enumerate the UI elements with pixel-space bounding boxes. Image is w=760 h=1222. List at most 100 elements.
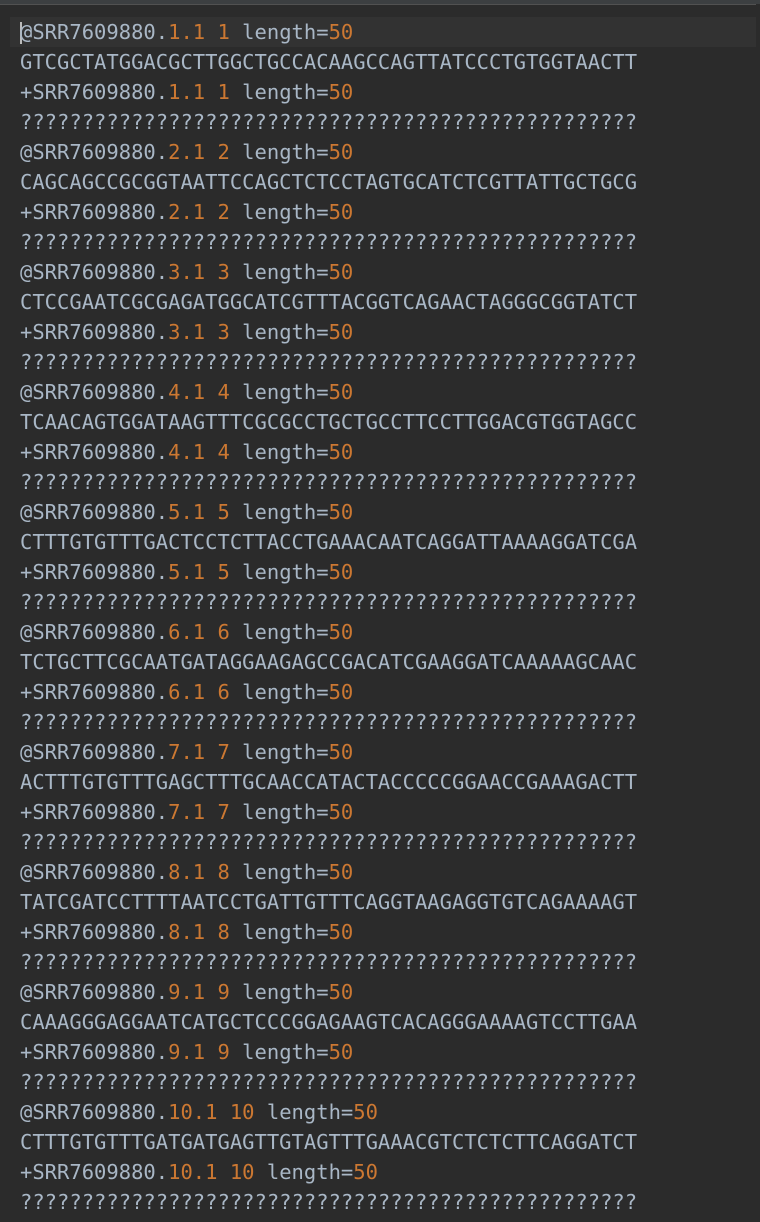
record-marker: @ bbox=[20, 1100, 33, 1124]
vertical-scrollbar[interactable] bbox=[756, 4, 760, 1222]
length-key: length= bbox=[242, 620, 329, 644]
record-count: 8 bbox=[217, 860, 230, 884]
read-id-prefix: SRR7609880 bbox=[32, 500, 156, 524]
fastq-header-line[interactable]: @SRR7609880.9.1 9 length=50 bbox=[0, 977, 760, 1007]
length-value: 50 bbox=[328, 320, 354, 344]
separator: . bbox=[155, 500, 169, 524]
fastq-plus-line[interactable]: +SRR7609880.8.1 8 length=50 bbox=[0, 917, 760, 947]
fastq-quality-line[interactable]: ????????????????????????????????????????… bbox=[0, 107, 760, 137]
record-count: 8 bbox=[217, 920, 230, 944]
spot-number: 8 bbox=[168, 860, 181, 884]
record-marker: @ bbox=[20, 620, 33, 644]
fastq-sequence-line[interactable]: CTTTGTGTTTGATGATGAGTTGTAGTTTGAAACGTCTCTC… bbox=[0, 1127, 760, 1157]
fastq-plus-line[interactable]: +SRR7609880.10.1 10 length=50 bbox=[0, 1157, 760, 1187]
fastq-sequence-line[interactable]: CTCCGAATCGCGAGATGGCATCGTTTACGGTCAGAACTAG… bbox=[0, 287, 760, 317]
spot-number: 3 bbox=[168, 260, 181, 284]
separator: . bbox=[155, 800, 169, 824]
fastq-header-line[interactable]: @SRR7609880.3.1 3 length=50 bbox=[0, 257, 760, 287]
fastq-header-line[interactable]: @SRR7609880.8.1 8 length=50 bbox=[0, 857, 760, 887]
length-value: 50 bbox=[328, 800, 354, 824]
fastq-quality-line[interactable]: ????????????????????????????????????????… bbox=[0, 587, 760, 617]
record-count: 7 bbox=[217, 740, 230, 764]
fastq-quality-line[interactable]: ????????????????????????????????????????… bbox=[0, 707, 760, 737]
record-count: 4 bbox=[217, 440, 230, 464]
fastq-sequence-line[interactable]: ACTTTGTGTTTGAGCTTTGCAACCATACTACCCCCGGAAC… bbox=[0, 767, 760, 797]
fastq-plus-line[interactable]: +SRR7609880.2.1 2 length=50 bbox=[0, 197, 760, 227]
length-key: length= bbox=[242, 320, 329, 344]
record-marker: + bbox=[20, 800, 33, 824]
length-key: length= bbox=[266, 1100, 354, 1124]
length-value: 50 bbox=[328, 80, 354, 104]
editor-lines[interactable]: @SRR7609880.1.1 1 length=50 GTCGCTATGGACG… bbox=[0, 17, 760, 1217]
fastq-header-line[interactable]: @SRR7609880.5.1 5 length=50 bbox=[0, 497, 760, 527]
fastq-quality-line[interactable]: ????????????????????????????????????????… bbox=[0, 227, 760, 257]
fastq-quality-line[interactable]: ????????????????????????????????????????… bbox=[0, 1187, 760, 1217]
fastq-sequence-line[interactable]: CAAAGGGAGGAATCATGCTCCCGGAGAAGTCACAGGGAAA… bbox=[0, 1007, 760, 1037]
text-editor[interactable]: @SRR7609880.1.1 1 length=50 GTCGCTATGGACG… bbox=[0, 0, 760, 1222]
fastq-sequence-line[interactable]: TCTGCTTCGCAATGATAGGAAGAGCCGACATCGAAGGATC… bbox=[0, 647, 760, 677]
fastq-sequence-line[interactable]: CTTTGTGTTTGACTCCTCTTACCTGAAACAATCAGGATTA… bbox=[0, 527, 760, 557]
record-count: 1 bbox=[217, 80, 230, 104]
fastq-quality-line[interactable]: ????????????????????????????????????????… bbox=[0, 347, 760, 377]
read-number: 1 bbox=[192, 1040, 206, 1064]
quality-text: ????????????????????????????????????????… bbox=[20, 1070, 638, 1094]
fastq-header-line[interactable]: @SRR7609880.7.1 7 length=50 bbox=[0, 737, 760, 767]
length-key: length= bbox=[242, 740, 329, 764]
read-number: 1 bbox=[192, 980, 206, 1004]
fastq-plus-line[interactable]: +SRR7609880.6.1 6 length=50 bbox=[0, 677, 760, 707]
fastq-header-line[interactable]: @SRR7609880.1.1 1 length=50 bbox=[0, 17, 760, 47]
separator: . bbox=[180, 200, 193, 224]
fastq-quality-line[interactable]: ????????????????????????????????????????… bbox=[0, 827, 760, 857]
length-key: length= bbox=[242, 560, 329, 584]
quality-text: ????????????????????????????????????????… bbox=[20, 950, 638, 974]
record-marker: @ bbox=[20, 140, 33, 164]
read-number: 1 bbox=[192, 260, 206, 284]
fastq-plus-line[interactable]: +SRR7609880.7.1 7 length=50 bbox=[0, 797, 760, 827]
record-count: 3 bbox=[217, 320, 230, 344]
fastq-sequence-line[interactable]: TATCGATCCTTTTAATCCTGATTGTTTCAGGTAAGAGGTG… bbox=[0, 887, 760, 917]
fastq-plus-line[interactable]: +SRR7609880.4.1 4 length=50 bbox=[0, 437, 760, 467]
separator: . bbox=[180, 500, 193, 524]
separator: . bbox=[155, 1160, 169, 1184]
read-id-prefix: SRR7609880 bbox=[32, 380, 156, 404]
spot-number: 9 bbox=[168, 1040, 181, 1064]
length-key: length= bbox=[242, 260, 329, 284]
record-marker: + bbox=[20, 680, 33, 704]
fastq-quality-line[interactable]: ????????????????????????????????????????… bbox=[0, 1067, 760, 1097]
separator: . bbox=[155, 380, 169, 404]
separator: . bbox=[180, 1040, 193, 1064]
separator: . bbox=[155, 200, 169, 224]
record-marker: @ bbox=[20, 980, 33, 1004]
fastq-plus-line[interactable]: +SRR7609880.9.1 9 length=50 bbox=[0, 1037, 760, 1067]
fastq-quality-line[interactable]: ????????????????????????????????????????… bbox=[0, 947, 760, 977]
fastq-header-line[interactable]: @SRR7609880.2.1 2 length=50 bbox=[0, 137, 760, 167]
length-value: 50 bbox=[328, 140, 354, 164]
separator: . bbox=[180, 140, 193, 164]
fastq-header-line[interactable]: @SRR7609880.4.1 4 length=50 bbox=[0, 377, 760, 407]
separator: . bbox=[180, 80, 193, 104]
spot-number: 4 bbox=[168, 440, 181, 464]
read-number: 1 bbox=[192, 20, 206, 44]
separator: . bbox=[155, 1040, 169, 1064]
fastq-quality-line[interactable]: ????????????????????????????????????????… bbox=[0, 467, 760, 497]
fastq-plus-line[interactable]: +SRR7609880.5.1 5 length=50 bbox=[0, 557, 760, 587]
fastq-plus-line[interactable]: +SRR7609880.3.1 3 length=50 bbox=[0, 317, 760, 347]
fastq-sequence-line[interactable]: GTCGCTATGGACGCTTGGCTGCCACAAGCCAGTTATCCCT… bbox=[0, 47, 760, 77]
read-number: 1 bbox=[192, 800, 206, 824]
fastq-plus-line[interactable]: +SRR7609880.1.1 1 length=50 bbox=[0, 77, 760, 107]
read-number: 1 bbox=[192, 80, 206, 104]
fastq-header-line[interactable]: @SRR7609880.6.1 6 length=50 bbox=[0, 617, 760, 647]
fastq-header-line[interactable]: @SRR7609880.10.1 10 length=50 bbox=[0, 1097, 760, 1127]
fastq-sequence-line[interactable]: CAGCAGCCGCGGTAATTCCAGCTCTCCTAGTGCATCTCGT… bbox=[0, 167, 760, 197]
read-id-prefix: SRR7609880 bbox=[32, 620, 156, 644]
fastq-sequence-line[interactable]: TCAACAGTGGATAAGTTTCGCGCCTGCTGCCTTCCTTGGA… bbox=[0, 407, 760, 437]
read-number: 1 bbox=[192, 200, 206, 224]
